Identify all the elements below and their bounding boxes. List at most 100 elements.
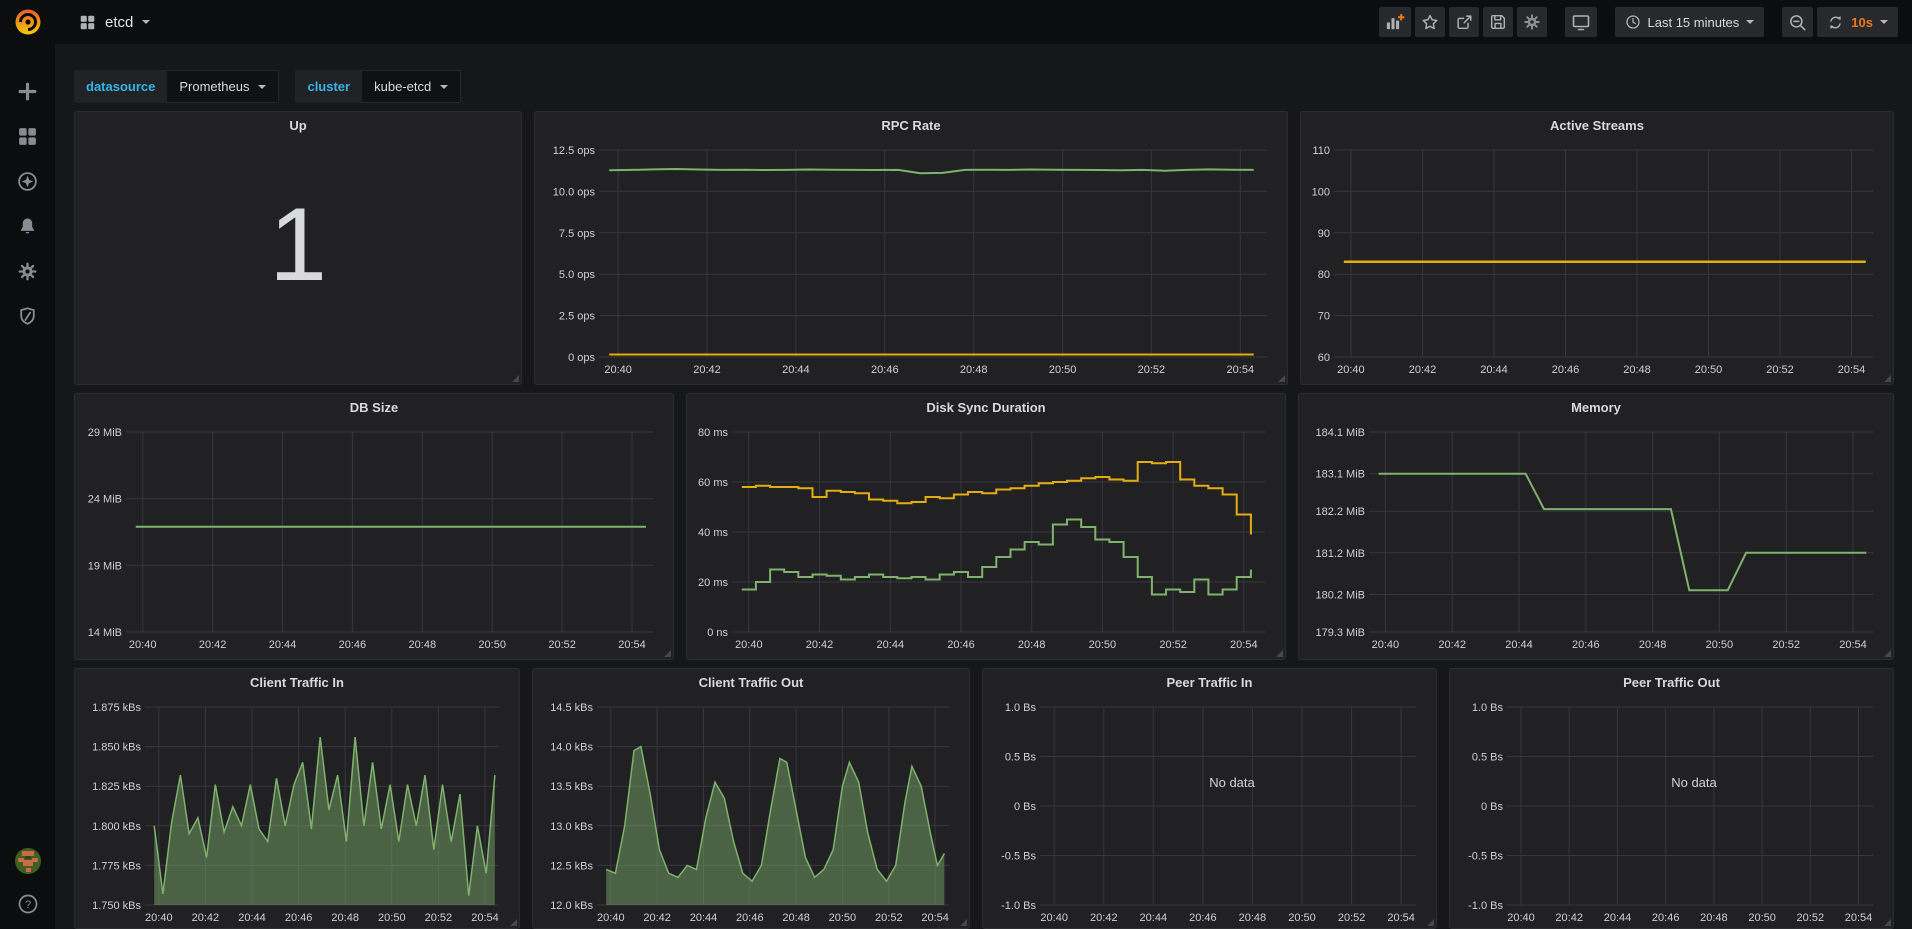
panel-title[interactable]: Disk Sync Duration (687, 394, 1285, 420)
chart-db_size: 29 MiB24 MiB19 MiB14 MiB20:4020:4220:442… (81, 420, 667, 655)
zoom-out-time-button[interactable] (1782, 7, 1813, 37)
no-data-label: No data (1209, 775, 1255, 790)
svg-text:20:42: 20:42 (1438, 639, 1466, 651)
panel-title[interactable]: Up (75, 112, 521, 138)
svg-text:20:46: 20:46 (1189, 912, 1217, 924)
svg-text:20:48: 20:48 (782, 912, 810, 924)
svg-text:0.5 Bs: 0.5 Bs (1472, 752, 1504, 764)
svg-text:20:48: 20:48 (960, 364, 988, 376)
panel-title[interactable]: RPC Rate (535, 112, 1287, 138)
dashboard-settings-button[interactable] (1517, 7, 1547, 37)
panel-chart-area[interactable]: 1.0 Bs0.5 Bs0 Bs-0.5 Bs-1.0 Bs20:4020:42… (989, 695, 1430, 928)
svg-text:20:48: 20:48 (1639, 639, 1667, 651)
alerting-bell-icon[interactable] (17, 216, 38, 237)
save-dashboard-button[interactable] (1483, 7, 1513, 37)
add-panel-icon (1385, 12, 1405, 32)
configuration-gear-icon[interactable] (17, 261, 38, 282)
panel-title[interactable]: Active Streams (1301, 112, 1893, 138)
svg-text:20 ms: 20 ms (698, 577, 728, 589)
caret-down-icon (440, 85, 448, 89)
svg-text:10.0 ops: 10.0 ops (553, 186, 596, 198)
svg-text:?: ? (24, 899, 30, 911)
series-line-db-fsync (742, 520, 1251, 595)
panel-chart-area[interactable]: 12.5 ops10.0 ops7.5 ops5.0 ops2.5 ops0 o… (541, 138, 1281, 380)
dashboard-title: etcd (105, 14, 133, 31)
explore-compass-icon[interactable] (17, 171, 38, 192)
svg-text:20:50: 20:50 (1748, 912, 1776, 924)
chart-memory: 184.1 MiB183.1 MiB182.2 MiB181.2 MiB180.… (1305, 420, 1887, 655)
svg-text:0 ns: 0 ns (707, 627, 728, 639)
svg-text:20:42: 20:42 (192, 912, 220, 924)
add-panel-button[interactable] (1379, 7, 1411, 37)
svg-text:1.0 Bs: 1.0 Bs (1005, 702, 1037, 714)
help-icon[interactable]: ? (17, 893, 39, 915)
svg-text:0 Bs: 0 Bs (1481, 801, 1504, 813)
svg-text:1.0 Bs: 1.0 Bs (1472, 702, 1504, 714)
server-admin-shield-icon[interactable] (17, 306, 38, 327)
svg-text:20:42: 20:42 (806, 639, 834, 651)
svg-text:0 ops: 0 ops (568, 352, 595, 364)
caret-down-icon (1880, 20, 1888, 24)
panel-title[interactable]: Peer Traffic Out (1450, 669, 1893, 695)
panel-db-size: DB Size 29 MiB24 MiB19 MiB14 MiB20:4020:… (74, 393, 674, 660)
panel-chart-area[interactable]: 1.875 kBs1.850 kBs1.825 kBs1.800 kBs1.77… (81, 695, 513, 928)
svg-text:20:52: 20:52 (875, 912, 903, 924)
svg-text:20:40: 20:40 (1507, 912, 1535, 924)
svg-text:20:42: 20:42 (199, 639, 227, 651)
panel-chart-area[interactable]: 80 ms60 ms40 ms20 ms0 ns20:4020:4220:442… (693, 420, 1279, 655)
svg-text:20:50: 20:50 (478, 639, 506, 651)
refresh-picker[interactable]: 10s (1817, 7, 1898, 37)
variable-value-dropdown[interactable]: Prometheus (167, 70, 279, 103)
svg-text:20:50: 20:50 (829, 912, 857, 924)
svg-text:14 MiB: 14 MiB (88, 627, 122, 639)
variable-label: datasource (74, 70, 167, 103)
panel-title[interactable]: Client Traffic Out (533, 669, 969, 695)
svg-text:14.5 kBs: 14.5 kBs (550, 702, 593, 714)
chart-disk_sync: 80 ms60 ms40 ms20 ms0 ns20:4020:4220:442… (693, 420, 1279, 655)
chart-client_out: 14.5 kBs14.0 kBs13.5 kBs13.0 kBs12.5 kBs… (539, 695, 963, 928)
refresh-interval-label: 10s (1851, 15, 1873, 30)
dashboard-title-dropdown[interactable]: etcd (79, 14, 150, 31)
grafana-logo[interactable] (13, 7, 43, 37)
svg-text:14.0 kBs: 14.0 kBs (550, 742, 593, 754)
variable-datasource: datasource Prometheus (74, 70, 279, 103)
svg-text:20:44: 20:44 (1505, 639, 1533, 651)
panel-chart-area[interactable]: 14.5 kBs14.0 kBs13.5 kBs13.0 kBs12.5 kBs… (539, 695, 963, 928)
svg-text:20:40: 20:40 (1040, 912, 1068, 924)
time-range-picker[interactable]: Last 15 minutes (1615, 7, 1765, 37)
svg-text:20:52: 20:52 (1772, 639, 1800, 651)
cycle-view-mode-button[interactable] (1565, 7, 1597, 37)
dashboards-icon[interactable] (17, 126, 38, 147)
svg-text:13.0 kBs: 13.0 kBs (550, 821, 593, 833)
panel-chart-area[interactable]: 1101009080706020:4020:4220:4420:4620:482… (1307, 138, 1887, 380)
svg-text:184.1 MiB: 184.1 MiB (1315, 427, 1365, 439)
svg-text:20:54: 20:54 (1230, 639, 1258, 651)
panel-title[interactable]: Peer Traffic In (983, 669, 1436, 695)
panel-chart-area[interactable]: 184.1 MiB183.1 MiB182.2 MiB181.2 MiB180.… (1305, 420, 1887, 655)
panel-title[interactable]: Memory (1299, 394, 1893, 420)
svg-text:20:46: 20:46 (1552, 364, 1580, 376)
panel-title[interactable]: Client Traffic In (75, 669, 519, 695)
panel-up: Up 1 (74, 111, 522, 385)
panel-chart-area[interactable]: 1.0 Bs0.5 Bs0 Bs-0.5 Bs-1.0 Bs20:4020:42… (1456, 695, 1887, 928)
svg-text:20:48: 20:48 (409, 639, 437, 651)
svg-text:12.0 kBs: 12.0 kBs (550, 900, 593, 912)
user-avatar[interactable] (14, 847, 42, 875)
svg-text:13.5 kBs: 13.5 kBs (550, 781, 593, 793)
svg-text:1.750 kBs: 1.750 kBs (92, 900, 141, 912)
variable-value-dropdown[interactable]: kube-etcd (362, 70, 461, 103)
series-line-rpc-rate-green (609, 169, 1253, 173)
panel-chart-area[interactable]: 1 (81, 138, 515, 380)
dashboard-area: datasource Prometheus cluster kube-etcd … (55, 44, 1912, 929)
svg-text:20:44: 20:44 (1480, 364, 1508, 376)
svg-text:7.5 ops: 7.5 ops (559, 228, 596, 240)
panel-chart-area[interactable]: 29 MiB24 MiB19 MiB14 MiB20:4020:4220:442… (81, 420, 667, 655)
panel-peer-traffic-out: Peer Traffic Out 1.0 Bs0.5 Bs0 Bs-0.5 Bs… (1449, 668, 1894, 929)
svg-text:20:52: 20:52 (1159, 639, 1187, 651)
svg-text:20:50: 20:50 (1288, 912, 1316, 924)
create-plus-icon[interactable] (17, 81, 38, 102)
star-dashboard-button[interactable] (1415, 7, 1445, 37)
svg-text:20:44: 20:44 (877, 639, 905, 651)
share-dashboard-button[interactable] (1449, 7, 1479, 37)
panel-title[interactable]: DB Size (75, 394, 673, 420)
